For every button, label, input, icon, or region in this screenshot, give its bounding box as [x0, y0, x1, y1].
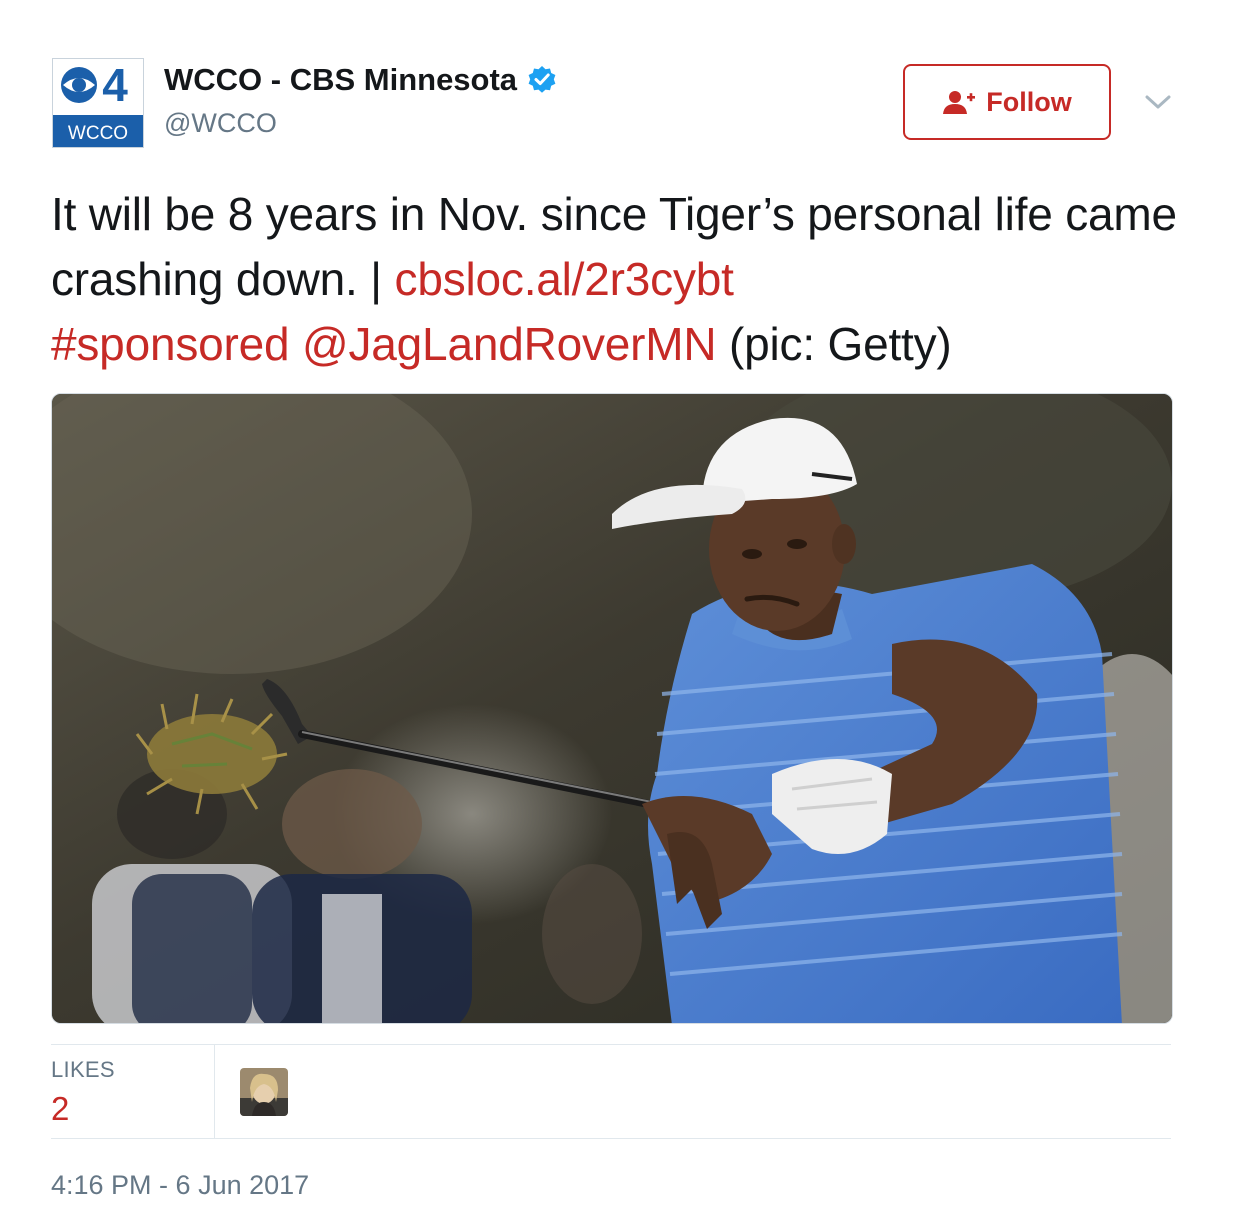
likes-stat[interactable]: LIKES 2	[51, 1057, 115, 1131]
liker-avatar[interactable]	[240, 1068, 288, 1116]
tweet-hashtag[interactable]: #sponsored	[51, 318, 290, 370]
verified-badge-icon	[527, 65, 557, 95]
author-display-name[interactable]: WCCO - CBS Minnesota	[164, 60, 517, 100]
likes-count: 2	[51, 1090, 70, 1127]
cbs-logo-icon: 4 WCCO	[53, 59, 143, 147]
avatar-number: 4	[102, 59, 128, 111]
person-plus-icon	[942, 89, 976, 115]
stats-bottom-divider	[51, 1138, 1171, 1139]
chevron-down-icon	[1145, 95, 1171, 109]
author-name-block[interactable]: WCCO - CBS Minnesota @WCCO	[164, 60, 557, 140]
avatar-wcco-text: WCCO	[68, 123, 128, 144]
tweet-mention[interactable]: @JagLandRoverMN	[302, 318, 717, 370]
tweet-text-plain-2: (pic: Getty)	[716, 318, 952, 370]
more-options-button[interactable]	[1140, 84, 1176, 120]
author-handle[interactable]: @WCCO	[164, 106, 557, 140]
likes-label: LIKES	[51, 1057, 115, 1082]
tweet-text: It will be 8 years in Nov. since Tiger’s…	[51, 182, 1181, 377]
author-display-name-row[interactable]: WCCO - CBS Minnesota	[164, 60, 557, 100]
author-avatar[interactable]: 4 WCCO	[52, 58, 144, 148]
follow-button[interactable]: Follow	[903, 64, 1111, 140]
tweet-link[interactable]: cbsloc.al/2r3cybt	[395, 253, 734, 305]
tweet-timestamp[interactable]: 4:16 PM - 6 Jun 2017	[51, 1167, 309, 1203]
liker-avatar-image	[240, 1068, 288, 1116]
stats-top-divider	[51, 1044, 1171, 1045]
tweet-photo[interactable]	[51, 393, 1173, 1024]
golfer-photo-illustration	[52, 394, 1172, 1023]
stats-vertical-divider	[214, 1045, 215, 1138]
follow-button-label: Follow	[986, 86, 1072, 117]
